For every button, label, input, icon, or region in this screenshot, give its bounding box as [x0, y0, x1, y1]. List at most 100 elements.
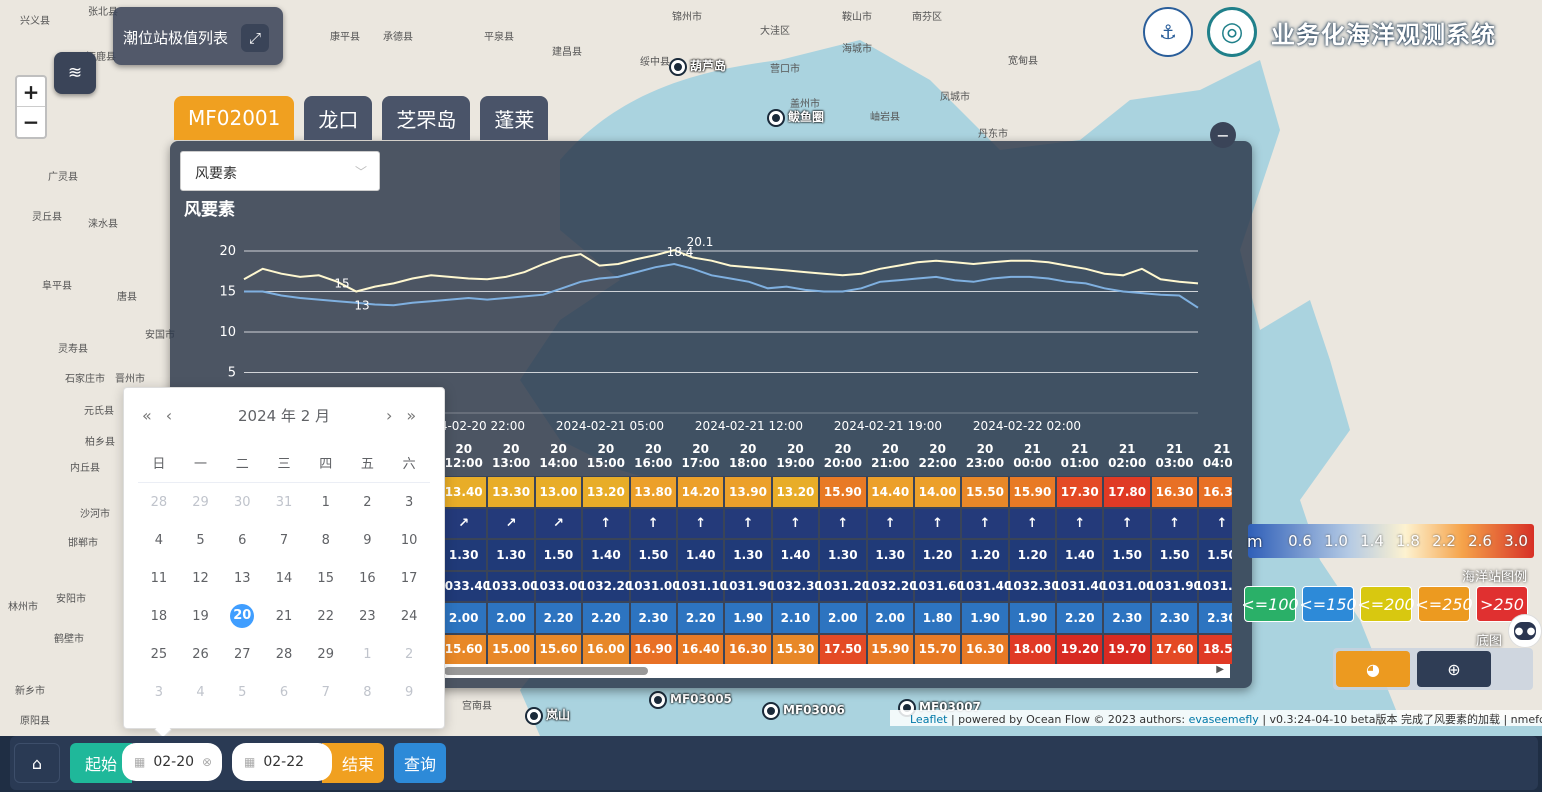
map-place-label: 涞水县 — [88, 219, 118, 230]
station-legend-item[interactable]: <=150 — [1299, 586, 1357, 622]
column-header: 20 23:00 — [961, 442, 1008, 476]
calendar-day[interactable]: 14 — [263, 571, 305, 586]
y-tick-label: 5 — [228, 366, 236, 381]
station-marker[interactable]: 岚山 — [527, 706, 570, 723]
calendar-day[interactable]: 8 — [305, 533, 347, 548]
collapse-panel-button[interactable]: − — [1210, 122, 1236, 148]
map-place-label: 邯郸市 — [68, 538, 98, 549]
start-date-input[interactable]: ▦ 02-20 ⊗ — [122, 743, 222, 781]
calendar-day[interactable]: 28 — [263, 647, 305, 662]
table-horizontal-scrollbar[interactable]: ▶ — [440, 664, 1230, 678]
calendar-day[interactable]: 15 — [305, 571, 347, 586]
calendar-day[interactable]: 13 — [221, 571, 263, 586]
calendar-day[interactable]: 9 — [388, 685, 430, 700]
calendar-day[interactable]: 4 — [180, 685, 222, 700]
weekday-label: 四 — [319, 457, 333, 472]
wave-legend-tick: 1.4 — [1360, 532, 1384, 550]
calendar-day[interactable]: 30 — [221, 495, 263, 510]
next-month-icon[interactable]: › — [386, 406, 392, 425]
calendar-day[interactable]: 6 — [263, 685, 305, 700]
station-legend-item[interactable]: <=250 — [1415, 586, 1473, 622]
station-marker[interactable]: MF03006 — [764, 703, 845, 718]
column-header: 20 15:00 — [582, 442, 629, 476]
station-marker[interactable]: 鲅鱼圈 — [769, 108, 824, 125]
calendar-day[interactable]: 8 — [347, 685, 389, 700]
calendar-day[interactable]: 19 — [180, 609, 222, 624]
author-link[interactable]: evaseemefly — [1189, 713, 1259, 726]
next-year-icon[interactable]: » — [406, 406, 416, 425]
station-marker[interactable]: MF03005 — [651, 692, 732, 707]
station-legend-item[interactable]: <=100 — [1241, 586, 1299, 622]
calendar-day[interactable]: 29 — [180, 495, 222, 510]
table-column: 20 19:00 13.20 ↑ 1.40 1032.30 2.10 15.30 — [768, 442, 823, 664]
calendar-day[interactable]: 29 — [305, 647, 347, 662]
map-place-label: 宽甸县 — [1008, 56, 1038, 67]
leaflet-link[interactable]: Leaflet — [910, 713, 947, 726]
cell-wind-direction-icon: ↗ — [487, 507, 535, 539]
cell-gust: 16.30 — [961, 633, 1009, 664]
calendar-day[interactable]: 5 — [180, 533, 222, 548]
tab-station[interactable]: 龙口 — [304, 96, 373, 140]
calendar-day[interactable]: 22 — [305, 609, 347, 624]
calendar-day[interactable]: 5 — [221, 685, 263, 700]
scroll-right-icon[interactable]: ▶ — [1216, 664, 1224, 675]
cell-gust: 17.60 — [1150, 633, 1199, 664]
calendar-day[interactable]: 26 — [180, 647, 222, 662]
tab-station[interactable]: 蓬莱 — [480, 96, 549, 140]
weekday-label: 二 — [235, 457, 249, 472]
calendar-day[interactable]: 27 — [221, 647, 263, 662]
tab-station[interactable]: 芝罘岛 — [382, 96, 471, 140]
calendar-day[interactable]: 21 — [263, 609, 305, 624]
home-button[interactable]: ⌂ — [14, 743, 60, 783]
calendar-day[interactable]: 12 — [180, 571, 222, 586]
calendar-day[interactable]: 17 — [388, 571, 430, 586]
calendar-day[interactable]: 23 — [347, 609, 389, 624]
tide-extreme-list-button[interactable]: 潮位站极值列表 ⤢ — [113, 7, 283, 65]
assistant-icon[interactable]: ● ● — [1508, 614, 1542, 648]
calendar-day[interactable]: 10 — [388, 533, 430, 548]
map-place-label: 林州市 — [8, 602, 38, 613]
prev-month-icon[interactable]: ‹ — [166, 406, 172, 425]
calendar-day[interactable]: 1 — [347, 647, 389, 662]
wave-layer-button[interactable]: ≋ — [54, 52, 96, 94]
calendar-day[interactable]: 11 — [138, 571, 180, 586]
cell-value: 2.00 — [819, 602, 867, 634]
calendar-day[interactable]: 25 — [138, 647, 180, 662]
expand-icon[interactable]: ⤢ — [241, 24, 269, 52]
basemap-satellite-button[interactable]: ⊕ — [1417, 651, 1491, 687]
element-select[interactable]: 风要素 ﹀ — [180, 151, 380, 191]
calendar-day-selected[interactable]: 20 — [230, 604, 255, 628]
header-day: 21 — [1213, 442, 1231, 456]
basemap-terrain-button[interactable]: ◕ — [1336, 651, 1410, 687]
station-marker[interactable]: 葫芦岛 — [671, 57, 726, 74]
calendar-day[interactable]: 31 — [263, 495, 305, 510]
map-place-label: 晋州市 — [115, 374, 145, 385]
calendar-day[interactable]: 3 — [388, 495, 430, 510]
scrollbar-thumb[interactable] — [444, 667, 648, 675]
calendar-day[interactable]: 6 — [221, 533, 263, 548]
zoom-out-button[interactable]: − — [17, 107, 45, 137]
station-legend-item[interactable]: <=200 — [1357, 586, 1415, 622]
calendar-day[interactable]: 9 — [347, 533, 389, 548]
calendar-day[interactable]: 3 — [138, 685, 180, 700]
calendar-day[interactable]: 2 — [347, 495, 389, 510]
clear-icon[interactable]: ⊗ — [202, 755, 212, 769]
zoom-in-button[interactable]: + — [17, 77, 45, 107]
calendar-day[interactable]: 7 — [305, 685, 347, 700]
prev-year-icon[interactable]: « — [142, 406, 152, 425]
calendar-day[interactable]: 1 — [305, 495, 347, 510]
calendar-day[interactable]: 7 — [263, 533, 305, 548]
tab-station[interactable]: MF02001 — [174, 96, 295, 140]
calendar-day[interactable]: 4 — [138, 533, 180, 548]
calendar-week-row: 3456789 — [138, 673, 430, 711]
calendar-day[interactable]: 16 — [347, 571, 389, 586]
calendar-day[interactable]: 18 — [138, 609, 180, 624]
query-button[interactable]: 查询 — [394, 743, 446, 783]
calendar-day[interactable]: 2 — [388, 647, 430, 662]
end-date-input[interactable]: ▦ 02-22 — [232, 743, 332, 781]
calendar-day[interactable]: 28 — [138, 495, 180, 510]
map-place-label: 南芬区 — [912, 12, 942, 23]
calendar-day[interactable]: 24 — [388, 609, 430, 624]
calendar-week-row: 4 5 6 7 8 9 10 — [138, 521, 430, 559]
weekday-label: 五 — [360, 457, 374, 472]
